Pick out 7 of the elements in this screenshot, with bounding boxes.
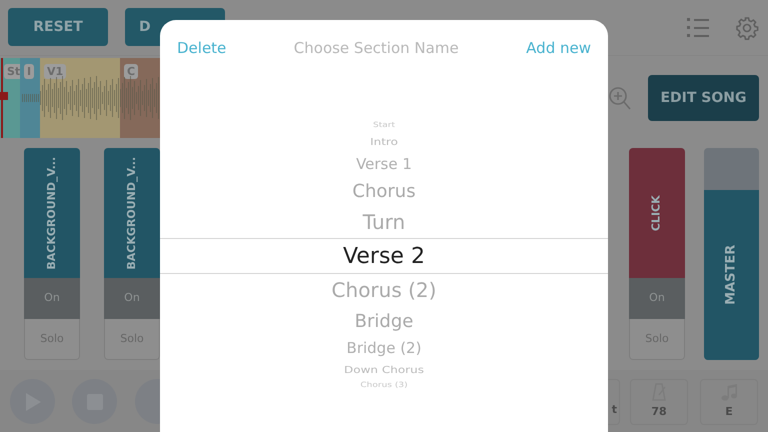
channel-name: BACKGROUND_V... xyxy=(124,156,139,270)
channel-name: BACKGROUND_V... xyxy=(44,156,59,270)
channel-name: MASTER xyxy=(722,245,740,306)
picker-title: Choose Section Name xyxy=(294,38,459,59)
channel-name: CLICK xyxy=(648,195,664,231)
tempo-value: 78 xyxy=(651,404,667,420)
key-value: E xyxy=(725,404,733,420)
